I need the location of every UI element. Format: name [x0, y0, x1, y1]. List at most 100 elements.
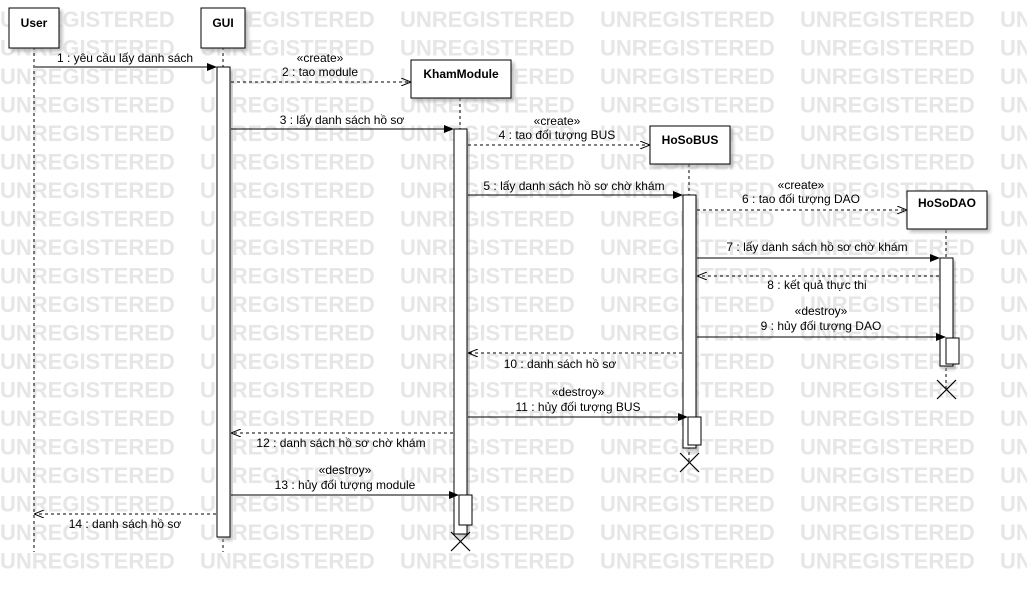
activation-bus [682, 194, 697, 449]
activation-bus-destroy [687, 416, 702, 446]
participant-kham-name: KhamModule [423, 67, 499, 81]
watermark-text: UNREGISTERED [0, 264, 175, 289]
watermark-text: UNREGISTERED [0, 178, 175, 203]
watermark-text: UNREGISTERED [400, 264, 575, 289]
watermark-text: UNREGISTERED [1000, 549, 1027, 574]
watermark-text: UNREGISTERED [600, 36, 775, 61]
message-4-label: 4 : tao đối tượng BUS [499, 128, 616, 142]
watermark-text: UNREGISTERED [1000, 378, 1027, 403]
watermark-text: UNREGISTERED [400, 150, 575, 175]
watermark-text: UNREGISTERED [0, 549, 175, 574]
watermark-text: UNREGISTERED [0, 235, 175, 260]
watermark-text: UNREGISTERED [0, 64, 175, 89]
watermark-text: UNREGISTERED [400, 520, 575, 545]
watermark-text: UNREGISTERED [0, 406, 175, 431]
participant-bus-name: HoSoBUS [662, 133, 719, 147]
watermark-text: UNREGISTERED [1000, 235, 1027, 260]
watermark-text: UNREGISTERED [1000, 178, 1027, 203]
watermark-text: UNREGISTERED [600, 520, 775, 545]
message-13-stereotype: «destroy» [319, 463, 372, 477]
message-5-label: 5 : lấy danh sách hồ sơ chờ khám [483, 179, 664, 193]
message-12-label: 12 : danh sách hồ sơ chờ khám [256, 436, 425, 450]
watermark-text: UNREGISTERED [800, 150, 975, 175]
watermark-text: UNREGISTERED [1000, 93, 1027, 118]
message-2-label: 2 : tao module [282, 65, 358, 79]
participant-dao-name: HoSoDAO [918, 196, 976, 210]
message-9-label: 9 : hủy đối tượng DAO [761, 319, 882, 333]
participant-dao: HoSoDAO [906, 190, 988, 230]
watermark-text: UNREGISTERED [800, 549, 975, 574]
watermark-text: UNREGISTERED [1000, 121, 1027, 146]
participant-gui: GUI [200, 7, 246, 49]
watermark-text: UNREGISTERED [800, 64, 975, 89]
watermark-text: UNREGISTERED [800, 520, 975, 545]
watermark-text: UNREGISTERED [1000, 36, 1027, 61]
watermark-text: UNREGISTERED [400, 235, 575, 260]
watermark-text: UNREGISTERED [1000, 264, 1027, 289]
watermark-text: UNREGISTERED [200, 549, 375, 574]
watermark-text: UNREGISTERED [0, 93, 175, 118]
participant-user-name: User [21, 16, 48, 30]
watermark-text: UNREGISTERED [0, 292, 175, 317]
message-6-stereotype: «create» [778, 178, 825, 192]
message-14-label: 14 : danh sách hồ sơ [69, 517, 182, 531]
watermark-text: UNREGISTERED [0, 321, 175, 346]
watermark-text: UNREGISTERED [1000, 435, 1027, 460]
watermark-text: UNREGISTERED [400, 7, 575, 32]
watermark-text: UNREGISTERED [800, 406, 975, 431]
message-3-label: 3 : lấy danh sách hồ sơ [280, 113, 405, 127]
watermark-text: UNREGISTERED [1000, 292, 1027, 317]
watermark-text: UNREGISTERED [400, 207, 575, 232]
watermark-text: UNREGISTERED [800, 36, 975, 61]
watermark-text: UNREGISTERED [0, 121, 175, 146]
watermark-text: UNREGISTERED [1000, 7, 1027, 32]
watermark-text: UNREGISTERED [600, 463, 775, 488]
watermark-text: UNREGISTERED [800, 121, 975, 146]
sequence-diagram: UNREGISTERED UNREGISTERED UNREGISTERED UNRE… [0, 7, 1027, 574]
watermark-text: UNREGISTERED [800, 7, 975, 32]
message-6-label: 6 : tao đối tượng DAO [742, 192, 860, 206]
watermark-text: UNREGISTERED [800, 378, 975, 403]
watermark-text: UNREGISTERED [0, 150, 175, 175]
participant-user: User [8, 7, 60, 49]
message-9-stereotype: «destroy» [795, 304, 848, 318]
activation-gui [216, 66, 231, 538]
activation-kham [453, 128, 468, 535]
watermark-text: UNREGISTERED [400, 36, 575, 61]
watermark-text: UNREGISTERED [400, 321, 575, 346]
watermark-text: UNREGISTERED [400, 463, 575, 488]
watermark-text: UNREGISTERED [400, 292, 575, 317]
watermark-text: UNREGISTERED [0, 207, 175, 232]
watermark-text: UNREGISTERED [600, 64, 775, 89]
watermark-text: UNREGISTERED [400, 549, 575, 574]
watermark-text: UNREGISTERED [1000, 520, 1027, 545]
watermark-text: UNREGISTERED [0, 492, 175, 517]
watermark-text: UNREGISTERED [1000, 463, 1027, 488]
watermark-text: UNREGISTERED [1000, 406, 1027, 431]
watermark-text: UNREGISTERED [600, 549, 775, 574]
watermark-text: UNREGISTERED [0, 378, 175, 403]
message-1-label: 1 : yêu cầu lấy danh sách [57, 51, 193, 65]
watermark-text: UNREGISTERED [0, 435, 175, 460]
watermark-text: UNREGISTERED [1000, 492, 1027, 517]
watermark-text: UNREGISTERED [800, 492, 975, 517]
watermark-text: UNREGISTERED [1000, 321, 1027, 346]
message-7-label: 7 : lấy danh sách hồ sơ chờ khám [726, 240, 907, 254]
watermark-text: UNREGISTERED [400, 435, 575, 460]
activation-kham-destroy [458, 494, 473, 526]
message-8-label: 8 : kết quả thực thi [767, 278, 866, 292]
participant-kham: KhamModule [410, 59, 512, 99]
participant-bus: HoSoBUS [649, 125, 731, 165]
message-11-label: 11 : hủy đối tượng BUS [515, 400, 640, 414]
activation-dao-destroy [945, 337, 960, 365]
watermark-text: UNREGISTERED [0, 349, 175, 374]
message-13-label: 13 : hủy đối tượng module [275, 478, 416, 492]
watermark-text: UNREGISTERED [1000, 64, 1027, 89]
message-10-label: 10 : danh sách hồ sơ [504, 357, 617, 371]
participant-gui-name: GUI [212, 16, 233, 30]
watermark-text: UNREGISTERED [800, 463, 975, 488]
watermark: UNREGISTERED UNREGISTERED UNREGISTERED UNRE… [0, 7, 1027, 574]
message-4-stereotype: «create» [534, 114, 581, 128]
watermark-text: UNREGISTERED [800, 435, 975, 460]
watermark-text: UNREGISTERED [600, 492, 775, 517]
